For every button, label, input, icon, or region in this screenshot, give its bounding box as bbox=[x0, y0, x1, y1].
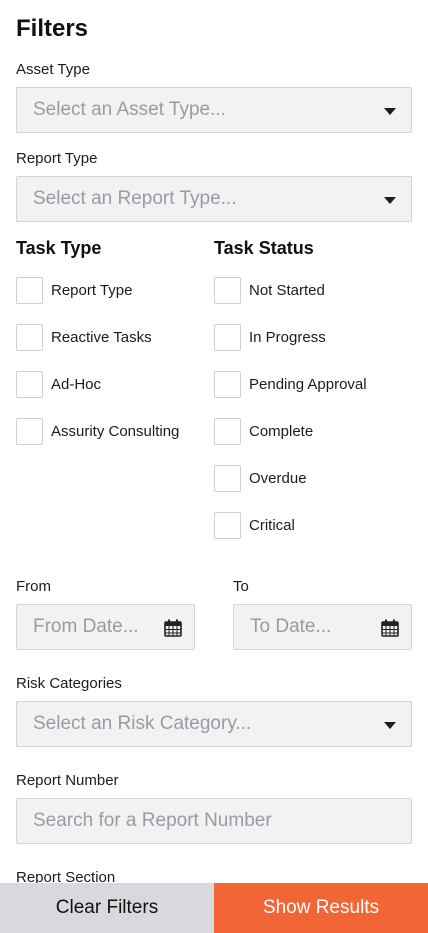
checkbox[interactable] bbox=[16, 277, 43, 304]
checkbox-label: In Progress bbox=[249, 329, 326, 346]
task-status-option[interactable]: In Progress bbox=[214, 324, 326, 351]
chevron-down-icon bbox=[384, 722, 396, 729]
report-number-input[interactable]: Search for a Report Number bbox=[16, 798, 412, 844]
checkbox[interactable] bbox=[214, 371, 241, 398]
task-status-option[interactable]: Overdue bbox=[214, 465, 307, 492]
checkbox-label: Pending Approval bbox=[249, 376, 367, 393]
checkbox-label: Critical bbox=[249, 517, 295, 534]
checkbox-label: Not Started bbox=[249, 282, 325, 299]
to-date-placeholder: To Date... bbox=[250, 616, 332, 637]
checkbox[interactable] bbox=[214, 277, 241, 304]
calendar-icon[interactable] bbox=[381, 619, 399, 637]
checkbox[interactable] bbox=[16, 371, 43, 398]
footer-actions: Clear Filters Show Results bbox=[0, 883, 428, 933]
checkbox[interactable] bbox=[214, 465, 241, 492]
task-status-option[interactable]: Pending Approval bbox=[214, 371, 367, 398]
task-type-option[interactable]: Assurity Consulting bbox=[16, 418, 179, 445]
checkbox-label: Reactive Tasks bbox=[51, 329, 152, 346]
clear-filters-button[interactable]: Clear Filters bbox=[0, 883, 214, 933]
chevron-down-icon bbox=[384, 197, 396, 204]
show-results-button[interactable]: Show Results bbox=[214, 883, 428, 933]
asset-type-label: Asset Type bbox=[16, 61, 90, 78]
risk-category-placeholder: Select an Risk Category... bbox=[33, 713, 252, 734]
checkbox[interactable] bbox=[16, 324, 43, 351]
asset-type-select[interactable]: Select an Asset Type... bbox=[16, 87, 412, 133]
to-label: To bbox=[233, 578, 249, 595]
report-type-placeholder: Select an Report Type... bbox=[33, 188, 237, 209]
calendar-icon[interactable] bbox=[164, 619, 182, 637]
task-type-option[interactable]: Report Type bbox=[16, 277, 132, 304]
report-type-select[interactable]: Select an Report Type... bbox=[16, 176, 412, 222]
risk-categories-label: Risk Categories bbox=[16, 675, 122, 692]
page-title: Filters bbox=[16, 15, 89, 42]
checkbox[interactable] bbox=[214, 418, 241, 445]
report-type-label: Report Type bbox=[16, 150, 98, 167]
checkbox[interactable] bbox=[16, 418, 43, 445]
task-status-option[interactable]: Critical bbox=[214, 512, 295, 539]
checkbox[interactable] bbox=[214, 512, 241, 539]
report-number-label: Report Number bbox=[16, 772, 119, 789]
from-label: From bbox=[16, 578, 51, 595]
task-status-option[interactable]: Not Started bbox=[214, 277, 325, 304]
chevron-down-icon bbox=[384, 108, 396, 115]
task-type-option[interactable]: Ad-Hoc bbox=[16, 371, 101, 398]
checkbox-label: Overdue bbox=[249, 470, 307, 487]
report-number-placeholder: Search for a Report Number bbox=[33, 810, 272, 831]
checkbox-label: Report Type bbox=[51, 282, 133, 299]
risk-category-select[interactable]: Select an Risk Category... bbox=[16, 701, 412, 747]
task-type-heading: Task Type bbox=[16, 238, 102, 258]
from-date-field[interactable]: From Date... bbox=[16, 604, 195, 650]
from-date-placeholder: From Date... bbox=[33, 616, 139, 637]
task-status-heading: Task Status bbox=[214, 238, 314, 258]
task-status-option[interactable]: Complete bbox=[214, 418, 313, 445]
task-type-option[interactable]: Reactive Tasks bbox=[16, 324, 152, 351]
checkbox[interactable] bbox=[214, 324, 241, 351]
checkbox-label: Assurity Consulting bbox=[51, 423, 180, 440]
asset-type-placeholder: Select an Asset Type... bbox=[33, 99, 226, 120]
checkbox-label: Ad-Hoc bbox=[51, 376, 102, 393]
filters-page: Filters Asset Type Select an Asset Type.… bbox=[0, 0, 428, 933]
to-date-field[interactable]: To Date... bbox=[233, 604, 412, 650]
checkbox-label: Complete bbox=[249, 423, 314, 440]
